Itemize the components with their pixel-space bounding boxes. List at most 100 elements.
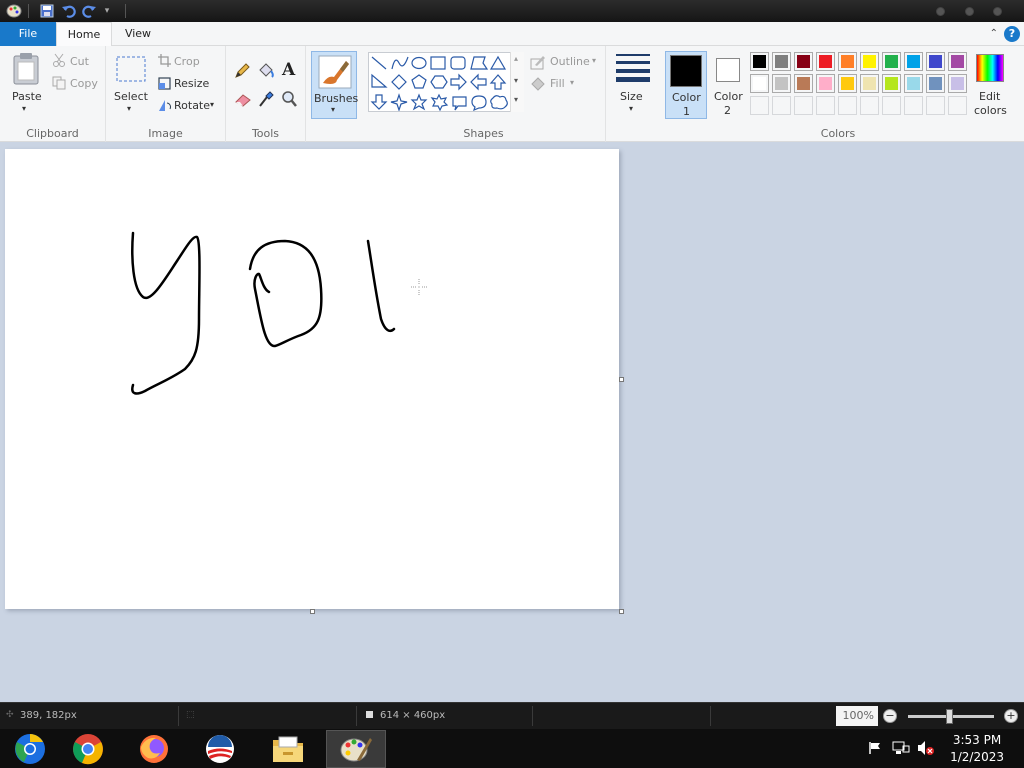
color-swatch[interactable] (860, 96, 879, 115)
color-swatch[interactable] (816, 74, 835, 93)
resize-handle-corner[interactable] (619, 609, 624, 614)
color-swatch[interactable] (860, 74, 879, 93)
select-dropdown-icon[interactable]: ▾ (127, 104, 131, 113)
taskbar-file-explorer[interactable] (258, 730, 318, 768)
crop-button[interactable]: Crop (174, 55, 200, 68)
color-swatch[interactable] (926, 96, 945, 115)
pencil-icon[interactable] (234, 63, 250, 82)
fill-bucket-icon[interactable] (257, 62, 275, 83)
size-button[interactable]: Size ▾ (606, 46, 658, 124)
color-swatch[interactable] (948, 52, 967, 71)
shapes-scroll-down-icon[interactable]: ▾ (514, 76, 518, 85)
copy-icon[interactable] (52, 76, 66, 93)
tab-view[interactable]: View (112, 22, 164, 46)
save-icon[interactable] (39, 3, 55, 19)
color-swatch[interactable] (772, 52, 791, 71)
color-swatch[interactable] (882, 74, 901, 93)
color-swatch[interactable] (860, 52, 879, 71)
color-swatch[interactable] (948, 96, 967, 115)
color-swatch[interactable] (948, 74, 967, 93)
redo-icon[interactable] (81, 3, 97, 19)
paste-icon[interactable] (12, 52, 40, 89)
color-swatch[interactable] (926, 52, 945, 71)
help-button[interactable]: ? (1004, 26, 1020, 42)
color-swatch[interactable] (882, 52, 901, 71)
color-picker-icon[interactable] (258, 90, 274, 111)
zoom-slider-thumb[interactable] (946, 709, 953, 724)
shapes-gallery[interactable] (368, 52, 524, 112)
collapse-ribbon-icon[interactable]: ⌃ (990, 28, 998, 39)
paste-dropdown-icon[interactable]: ▾ (22, 104, 26, 113)
outline-icon[interactable] (530, 54, 546, 73)
network-icon[interactable] (892, 740, 910, 759)
taskbar-chrome-canary[interactable] (0, 730, 60, 768)
eraser-icon[interactable] (234, 93, 252, 110)
tab-file[interactable]: File (0, 22, 56, 46)
shapes-expand-icon[interactable]: ▾ (514, 95, 518, 104)
color-swatch[interactable] (816, 96, 835, 115)
magnifier-icon[interactable] (281, 90, 297, 111)
color-swatch[interactable] (926, 74, 945, 93)
cut-button[interactable]: Cut (70, 55, 89, 68)
brushes-button[interactable]: Brushes ▾ (311, 51, 358, 119)
crop-icon[interactable] (158, 54, 171, 70)
taskbar-clock[interactable]: 3:53 PM 1/2/2023 (950, 732, 1004, 766)
close-button[interactable] (993, 7, 1002, 16)
zoom-out-button[interactable]: − (883, 709, 897, 723)
color-swatch[interactable] (882, 96, 901, 115)
taskbar-obama-app[interactable] (190, 730, 250, 768)
rotate-dropdown-icon[interactable]: ▾ (210, 100, 214, 109)
resize-handle-bottom[interactable] (310, 609, 315, 614)
select-icon[interactable] (116, 56, 146, 85)
color-swatch[interactable] (794, 74, 813, 93)
fill-button[interactable]: Fill (550, 77, 565, 90)
taskbar-firefox[interactable] (124, 730, 184, 768)
color1-button[interactable]: Color 1 (665, 51, 707, 119)
resize-icon[interactable] (158, 77, 171, 93)
taskbar-date: 1/2/2023 (950, 750, 1004, 764)
outline-dropdown-icon[interactable]: ▾ (592, 56, 596, 65)
zoom-in-button[interactable]: + (1004, 709, 1018, 723)
color-swatch[interactable] (904, 74, 923, 93)
taskbar-paint[interactable] (326, 730, 386, 768)
rotate-button[interactable]: Rotate (174, 99, 210, 112)
taskbar-chrome[interactable] (58, 730, 118, 768)
tab-home[interactable]: Home (56, 22, 112, 47)
cut-icon[interactable] (52, 53, 66, 70)
color-swatch[interactable] (838, 96, 857, 115)
volume-muted-icon[interactable] (917, 740, 935, 759)
color-swatch[interactable] (816, 52, 835, 71)
paint-app-icon[interactable] (6, 3, 22, 19)
select-button[interactable]: Select (114, 90, 148, 103)
fill-icon[interactable] (530, 76, 546, 95)
color-swatch[interactable] (794, 52, 813, 71)
action-center-flag-icon[interactable] (868, 741, 882, 758)
paste-button[interactable]: Paste (12, 90, 42, 103)
color-swatch[interactable] (904, 52, 923, 71)
color-swatch[interactable] (750, 96, 769, 115)
fill-dropdown-icon[interactable]: ▾ (570, 78, 574, 87)
edit-colors-button[interactable]: Edit colors (970, 51, 1010, 119)
resize-button[interactable]: Resize (174, 77, 209, 90)
color-swatch[interactable] (904, 96, 923, 115)
shapes-scrollbar[interactable]: ▴ ▾ ▾ (510, 52, 524, 112)
color-swatch[interactable] (794, 96, 813, 115)
shapes-scroll-up-icon[interactable]: ▴ (514, 54, 518, 63)
color-swatch[interactable] (838, 74, 857, 93)
rotate-icon[interactable] (158, 99, 172, 115)
color-swatch[interactable] (772, 96, 791, 115)
resize-handle-right[interactable] (619, 377, 624, 382)
outline-button[interactable]: Outline (550, 55, 590, 68)
text-tool-icon[interactable]: A (282, 60, 295, 80)
color2-button[interactable]: Color 2 (710, 51, 748, 119)
drawing-canvas[interactable] (5, 149, 619, 609)
minimize-button[interactable] (936, 7, 945, 16)
color-swatch[interactable] (750, 52, 769, 71)
color-swatch[interactable] (772, 74, 791, 93)
color-swatch[interactable] (750, 74, 769, 93)
customize-qat-icon[interactable]: ▾ (99, 3, 115, 19)
maximize-button[interactable] (965, 7, 974, 16)
color-swatch[interactable] (838, 52, 857, 71)
copy-button[interactable]: Copy (70, 77, 98, 90)
undo-icon[interactable] (61, 3, 77, 19)
